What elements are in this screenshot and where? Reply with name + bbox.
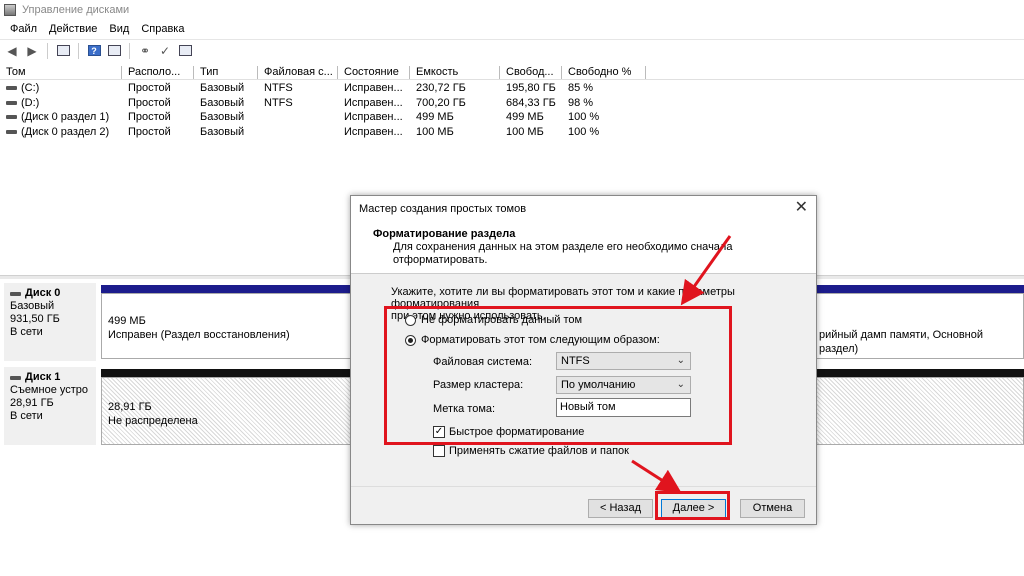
arrow-to-format-options: [680, 235, 732, 306]
arrow-to-next-button: [631, 459, 682, 493]
annotation-arrows: [631, 235, 732, 493]
